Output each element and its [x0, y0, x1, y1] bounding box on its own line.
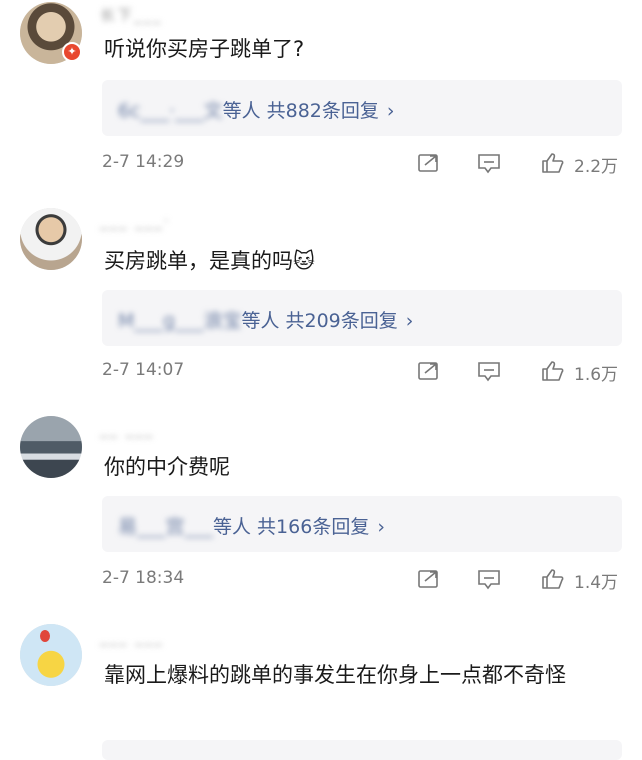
- chevron-right-icon: ›: [377, 516, 385, 538]
- like-icon[interactable]: [540, 568, 566, 590]
- verified-badge-icon: ✦: [62, 42, 82, 62]
- reply-count: 等人 共166条回复: [213, 516, 370, 538]
- comment-text: 买房跳单，是真的吗🐱: [104, 249, 315, 273]
- share-icon[interactable]: [416, 568, 442, 590]
- like-count: 2.2万: [574, 157, 619, 177]
- reply-usernames: 易___宫___: [118, 516, 214, 538]
- username[interactable]: ___ ___: [100, 628, 230, 646]
- reply-count: 等人 共882条回复: [222, 100, 379, 122]
- comment-icon[interactable]: [476, 152, 502, 174]
- timestamp: 2-7 14:07: [102, 360, 185, 380]
- avatar[interactable]: [20, 416, 82, 478]
- reply-summary[interactable]: 6c___·___文等人 共882条回复 ›: [102, 80, 622, 136]
- comment-meta: 2-7 18:34 1.4万: [102, 566, 622, 593]
- like-count: 1.6万: [574, 365, 619, 385]
- timestamp: 2-7 14:29: [102, 152, 185, 172]
- comment-text: 你的中介费呢: [104, 455, 230, 479]
- reply-usernames: 6c___·___文: [118, 100, 223, 122]
- reply-usernames: M___g___浪宝: [118, 310, 242, 332]
- like-count: 1.4万: [574, 573, 619, 593]
- reply-summary[interactable]: M___g___浪宝等人 共209条回复 ›: [102, 290, 622, 346]
- chevron-right-icon: ›: [386, 100, 395, 122]
- chevron-right-icon: ›: [405, 310, 414, 332]
- username[interactable]: __ ___: [100, 420, 230, 438]
- avatar[interactable]: [20, 624, 82, 686]
- reply-summary[interactable]: 易___宫___等人 共166条回复 ›: [102, 496, 622, 552]
- comment-icon[interactable]: [476, 568, 502, 590]
- comment-icon[interactable]: [476, 360, 502, 382]
- share-icon[interactable]: [416, 152, 442, 174]
- username[interactable]: ___ ___·: [100, 212, 230, 230]
- share-icon[interactable]: [416, 360, 442, 382]
- comment-text: 听说你买房子跳单了?: [104, 37, 305, 61]
- comment-meta: 2-7 14:29 2.2万: [102, 150, 622, 177]
- avatar[interactable]: [20, 208, 82, 270]
- username[interactable]: 长下___: [100, 4, 230, 24]
- like-icon[interactable]: [540, 360, 566, 382]
- comment-meta: 2-7 14:07 1.6万: [102, 358, 622, 385]
- reply-summary[interactable]: [102, 740, 622, 760]
- like-icon[interactable]: [540, 152, 566, 174]
- reply-count: 等人 共209条回复: [241, 310, 398, 332]
- comment-text: 靠网上爆料的跳单的事发生在你身上一点都不奇怪: [104, 663, 566, 687]
- timestamp: 2-7 18:34: [102, 568, 185, 588]
